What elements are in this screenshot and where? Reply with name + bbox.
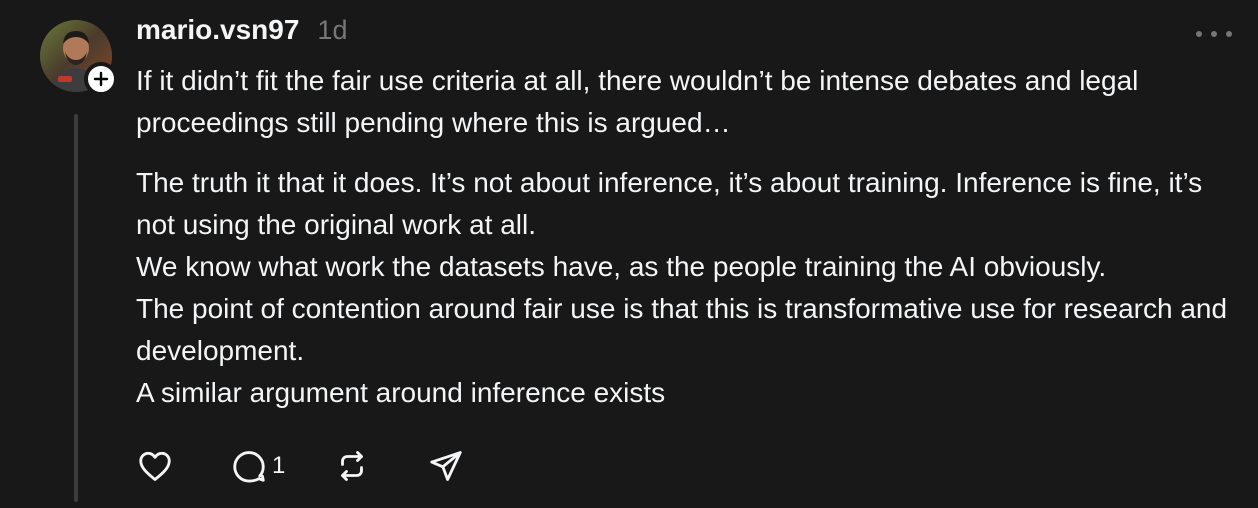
like-button[interactable]: [136, 447, 174, 485]
post-header: mario.vsn97 1d: [136, 14, 347, 46]
post-timestamp[interactable]: 1d: [317, 15, 347, 46]
post-paragraph: If it didn’t fit the fair use criteria a…: [136, 65, 1139, 138]
post-paragraph-line: A similar argument around inference exis…: [136, 377, 666, 408]
thread-connector-line: [74, 114, 78, 502]
comment-icon: [233, 451, 265, 483]
more-dots-icon: [1196, 31, 1202, 37]
follow-button[interactable]: [84, 62, 118, 96]
reply-button[interactable]: 1: [230, 447, 285, 485]
heart-icon: [139, 451, 171, 481]
more-dot: [1211, 31, 1217, 37]
author-username[interactable]: mario.vsn97: [136, 14, 299, 46]
share-button[interactable]: [427, 447, 465, 485]
reply-count: 1: [272, 452, 286, 479]
post-actions: 1: [136, 446, 465, 486]
post-paragraph-line: The truth it that it does. It’s not abou…: [136, 167, 1203, 240]
repost-icon: [341, 451, 364, 481]
post-paragraph-line: We know what work the datasets have, as …: [136, 251, 1107, 282]
send-icon: [430, 451, 463, 481]
more-dot: [1226, 31, 1232, 37]
more-options-button[interactable]: [1196, 24, 1232, 44]
author-avatar-container[interactable]: [40, 20, 118, 96]
post-paragraph-line: The point of contention around fair use …: [136, 293, 1228, 366]
post-body: If it didn’t fit the fair use criteria a…: [136, 60, 1236, 414]
plus-icon: [93, 71, 109, 87]
repost-button[interactable]: [333, 447, 371, 485]
thread-post: mario.vsn97 1d If it didn’t fit the fair…: [0, 0, 1258, 508]
